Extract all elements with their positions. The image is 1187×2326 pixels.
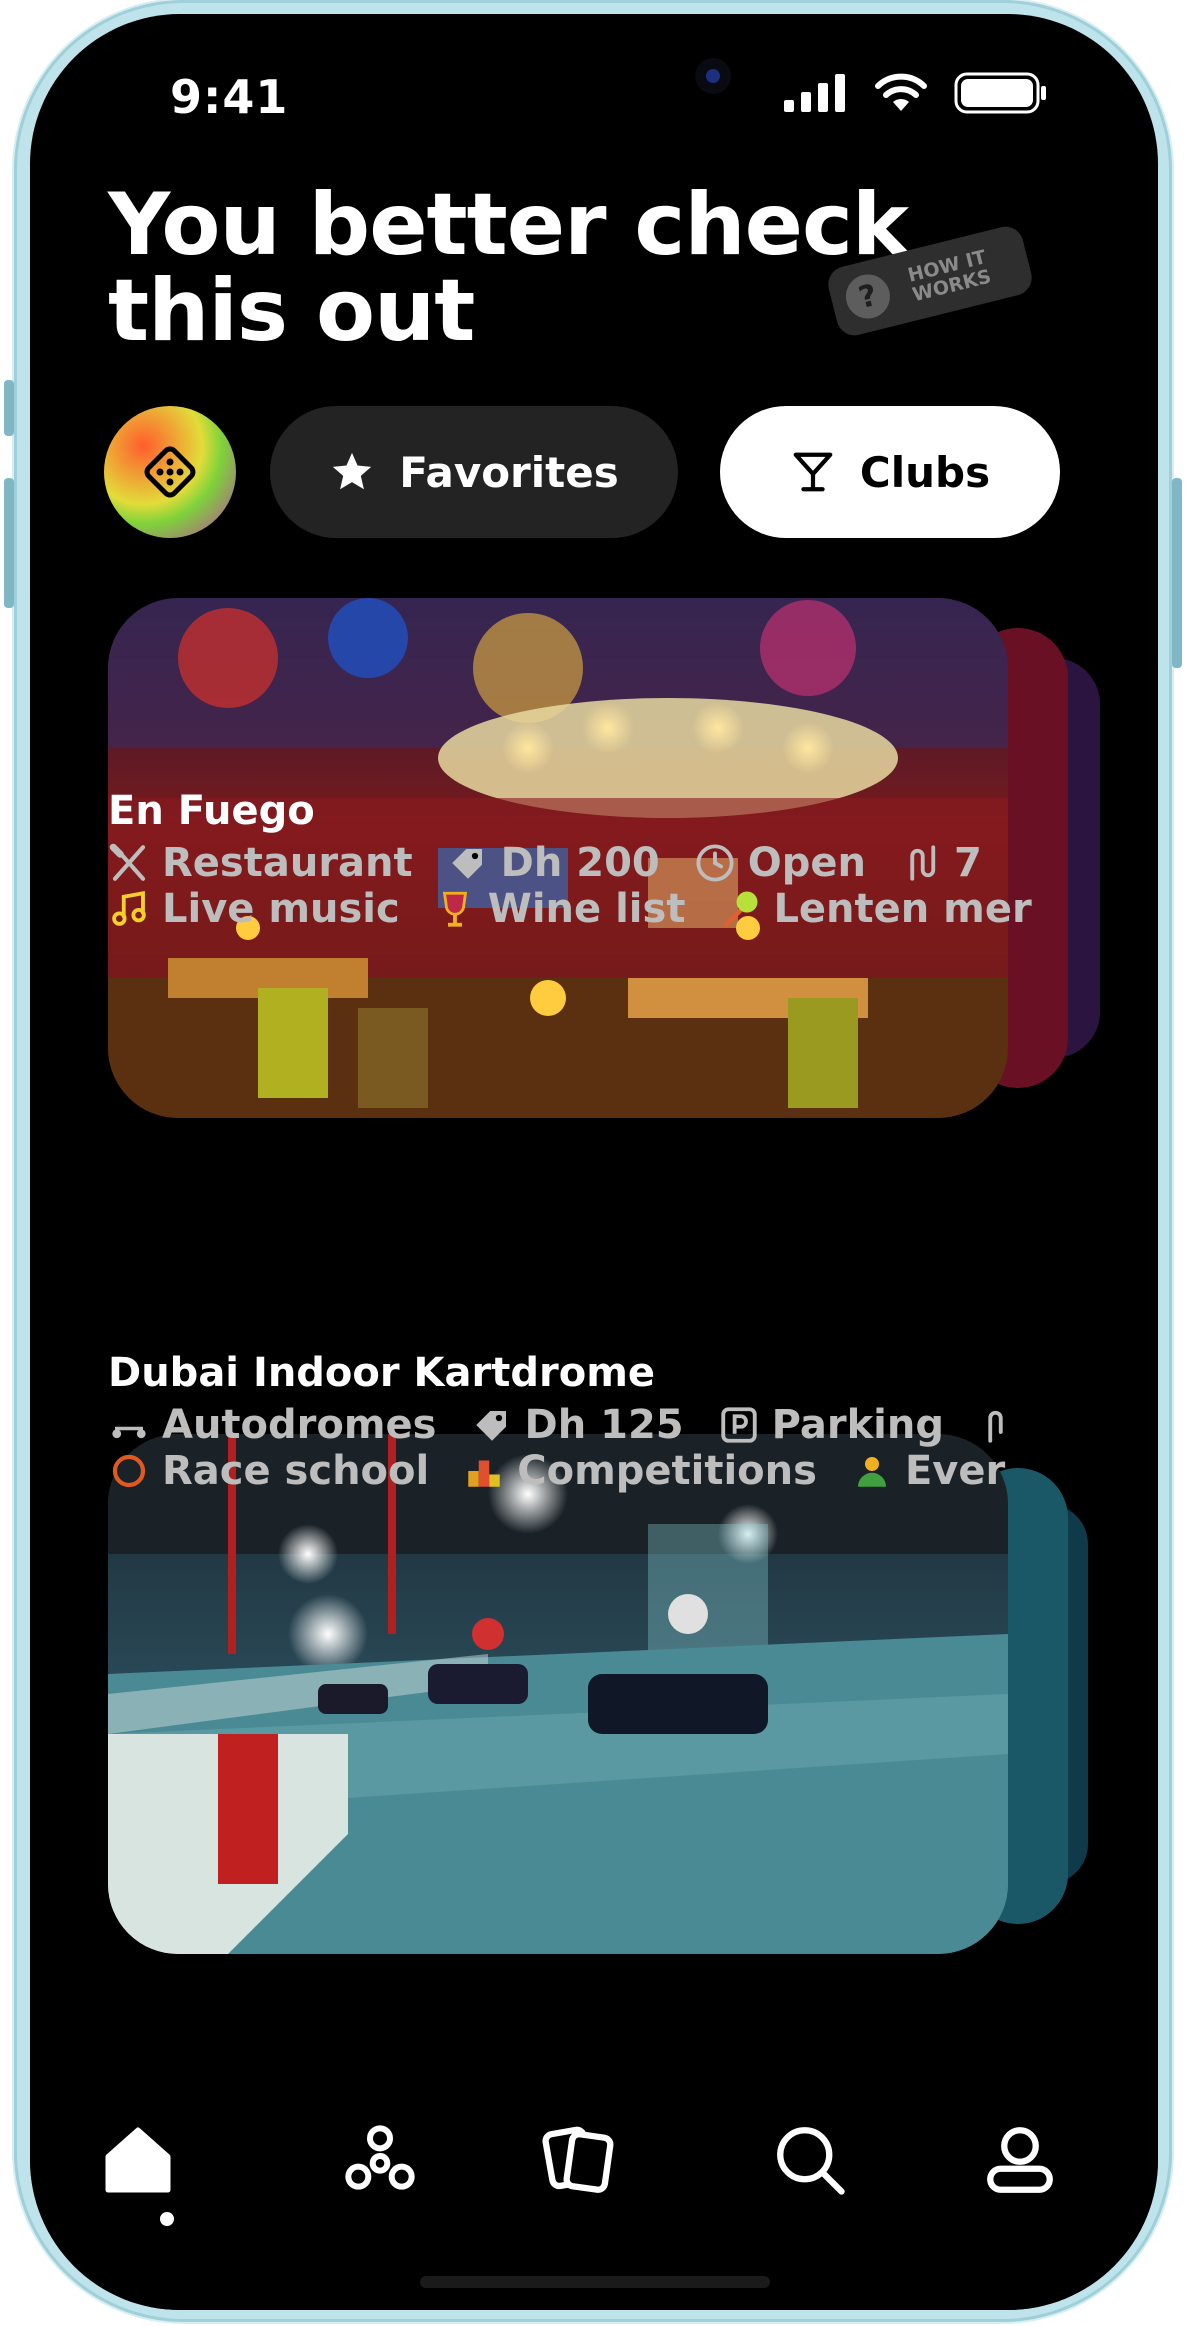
spinner-tab[interactable] <box>330 2110 430 2210</box>
tag-lenten-menu: Lenten mer <box>719 886 1032 932</box>
venue-card[interactable] <box>108 1434 1108 1954</box>
search-tab[interactable] <box>760 2110 860 2210</box>
cards-icon <box>542 2126 614 2193</box>
clubs-filter[interactable]: Clubs <box>720 406 1060 538</box>
how-it-works-label: HOW IT WORKS <box>905 246 994 307</box>
bottom-tab-bar <box>30 2090 1158 2250</box>
clock-icon <box>696 844 734 882</box>
tag-price: Dh 125 <box>471 1402 684 1448</box>
favorites-filter[interactable]: Favorites <box>270 406 678 538</box>
clubs-label: Clubs <box>859 447 991 497</box>
venue-tags-secondary: Race school Competitions Ever <box>108 1448 1158 1494</box>
home-icon <box>105 2127 171 2193</box>
tag-parking: Parking <box>718 1402 944 1448</box>
fidget-spinner-icon <box>345 2125 415 2190</box>
status-time: 9:41 <box>170 70 289 124</box>
venue-photo[interactable] <box>108 1434 1008 1954</box>
tag-wine-list: Wine list <box>434 886 685 932</box>
price-tag-icon <box>475 1411 506 1441</box>
question-icon: ? <box>841 269 895 324</box>
home-indicator <box>420 2276 770 2288</box>
trophy-icon <box>112 1454 146 1488</box>
price-tag-icon <box>451 849 482 879</box>
tag-restaurant: Restaurant <box>108 840 413 886</box>
home-tab[interactable] <box>88 2110 188 2210</box>
tag-competitions: Competitions <box>463 1448 817 1494</box>
tag-race-school: Race school <box>108 1448 429 1494</box>
tag-distance: 7 <box>900 840 982 886</box>
volume-button <box>4 478 14 608</box>
random-dice-button[interactable] <box>104 406 236 538</box>
parking-icon <box>720 1407 757 1443</box>
title-line-1: You better check <box>108 175 909 275</box>
venue-tags-primary: Autodromes Dh 125 Parking <box>108 1402 1158 1448</box>
active-tab-indicator <box>160 2212 174 2226</box>
tag-autodromes: Autodromes <box>108 1402 437 1448</box>
kart-icon <box>112 1426 146 1439</box>
app-screen: 9:41 You better check this out ? HOW IT … <box>30 14 1158 2310</box>
tag-price: Dh 200 <box>447 840 660 886</box>
power-button <box>1172 478 1182 668</box>
camera-island <box>695 58 731 94</box>
tag-status: Open <box>694 840 866 886</box>
venue-name: Dubai Indoor Kartdrome <box>108 1350 656 1396</box>
fork-knife-icon <box>109 843 146 881</box>
wifi-icon <box>875 73 927 111</box>
lollipop-icon <box>724 891 758 928</box>
podium-icon <box>468 1460 500 1487</box>
status-icons <box>784 72 1048 114</box>
music-note-icon <box>112 890 146 926</box>
route-icon <box>910 845 936 881</box>
profile-icon <box>987 2127 1053 2193</box>
route-icon <box>988 1410 1003 1443</box>
person-icon <box>857 1457 886 1487</box>
venue-name: En Fuego <box>108 788 315 834</box>
star-icon <box>333 452 372 490</box>
tag-live-music: Live music <box>108 886 400 932</box>
favorites-label: Favorites <box>399 447 619 497</box>
tag-distance <box>978 1402 1020 1448</box>
signal-icon <box>784 74 845 112</box>
mute-switch <box>4 380 14 436</box>
search-icon <box>777 2127 845 2195</box>
wine-glass-icon <box>442 891 467 927</box>
tag-events: Ever <box>851 1448 1005 1494</box>
cocktail-icon <box>793 452 833 492</box>
cards-tab[interactable] <box>530 2110 630 2210</box>
profile-tab[interactable] <box>970 2110 1070 2210</box>
dice-icon <box>144 446 196 498</box>
battery-icon <box>954 72 1046 114</box>
venue-tags-primary: Restaurant Dh 200 Open 7 <box>108 840 1158 886</box>
title-line-2: this out <box>108 261 475 361</box>
venue-tags-secondary: Live music Wine list Lenten mer <box>108 886 1158 932</box>
